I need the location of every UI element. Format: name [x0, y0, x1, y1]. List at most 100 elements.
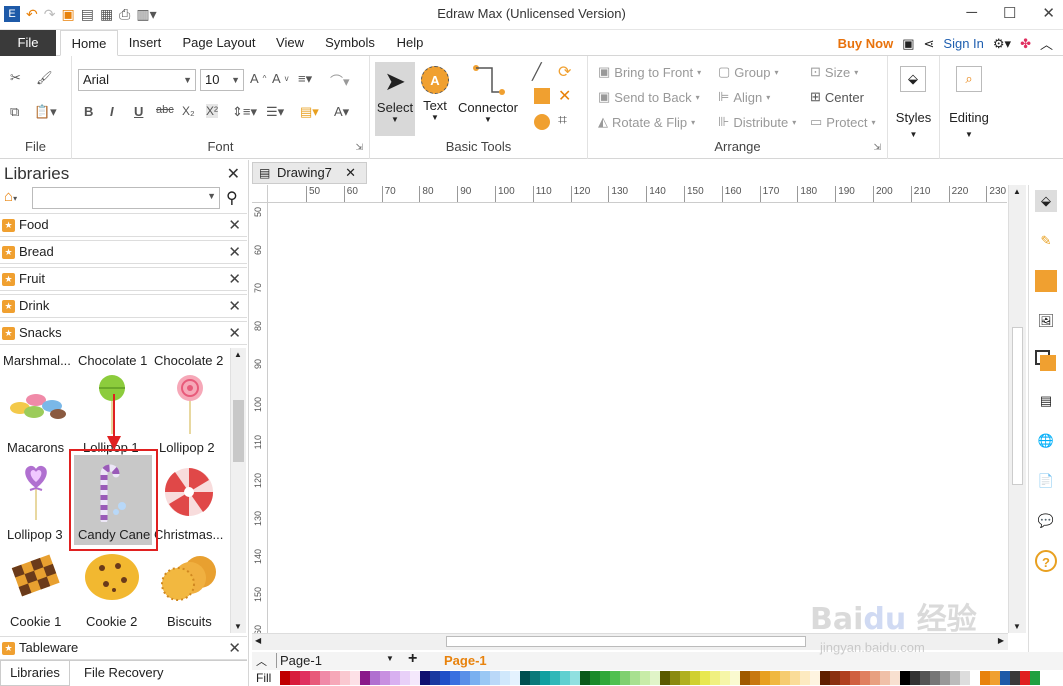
color-swatch[interactable]: [830, 671, 840, 685]
bold-icon[interactable]: B: [84, 104, 93, 119]
italic-icon[interactable]: I: [110, 104, 114, 119]
protect-button[interactable]: ▭ Protect ▾: [810, 114, 876, 130]
text-button[interactable]: A Text ▼: [415, 62, 455, 122]
color-swatch[interactable]: [1030, 671, 1040, 685]
color-swatch[interactable]: [450, 671, 460, 685]
editing-dropdown-icon[interactable]: ▼: [940, 130, 998, 139]
page-up-icon[interactable]: ︿: [256, 653, 267, 669]
font-name-select[interactable]: Arial ▼: [78, 69, 196, 91]
tab-file[interactable]: File: [0, 30, 56, 56]
theme-icon[interactable]: ✤: [1020, 36, 1031, 52]
tab-insert[interactable]: Insert: [122, 30, 168, 56]
tab-page-layout[interactable]: Page Layout: [180, 30, 258, 56]
home-icon[interactable]: ⌂▾: [4, 188, 17, 205]
color-swatch[interactable]: [690, 671, 700, 685]
search-icon[interactable]: ⚲: [226, 188, 238, 208]
color-swatch[interactable]: [280, 671, 290, 685]
grow-font-icon[interactable]: A ^: [250, 71, 266, 86]
color-swatch[interactable]: [530, 671, 540, 685]
category-snacks[interactable]: ★ Snacks ✕: [0, 321, 247, 345]
maximize-icon[interactable]: ☐: [1003, 4, 1016, 22]
paste-icon[interactable]: 📋▾: [34, 104, 57, 120]
color-swatch[interactable]: [870, 671, 880, 685]
color-swatch[interactable]: [640, 671, 650, 685]
shape-label[interactable]: Cookie 1: [10, 614, 61, 629]
attachment-panel-icon[interactable]: 📄: [1035, 470, 1057, 492]
color-swatch[interactable]: [550, 671, 560, 685]
color-swatch[interactable]: [790, 671, 800, 685]
color-swatch[interactable]: [990, 671, 1000, 685]
color-swatch[interactable]: [520, 671, 530, 685]
color-swatch[interactable]: [480, 671, 490, 685]
color-swatch[interactable]: [440, 671, 450, 685]
color-swatch[interactable]: [620, 671, 630, 685]
color-swatch[interactable]: [740, 671, 750, 685]
color-swatch[interactable]: [780, 671, 790, 685]
color-swatch[interactable]: [630, 671, 640, 685]
shape-label[interactable]: Biscuits: [167, 614, 212, 629]
scroll-thumb[interactable]: [1012, 327, 1023, 485]
color-swatch[interactable]: [510, 671, 520, 685]
tab-symbols[interactable]: Symbols: [322, 30, 378, 56]
color-swatch[interactable]: [610, 671, 620, 685]
arrange-dialog-launcher-icon[interactable]: ⇲: [873, 142, 881, 153]
scroll-up-icon[interactable]: ▲: [1013, 187, 1021, 196]
shape-label[interactable]: Lollipop 3: [7, 527, 63, 542]
shape-panel-icon[interactable]: [1035, 270, 1057, 292]
color-swatch[interactable]: [920, 671, 930, 685]
copy-icon[interactable]: ⧉: [10, 104, 19, 120]
color-swatch[interactable]: [760, 671, 770, 685]
minimize-icon[interactable]: ─: [966, 4, 977, 22]
tab-help[interactable]: Help: [392, 30, 428, 56]
scroll-thumb[interactable]: [446, 636, 806, 647]
color-swatch[interactable]: [290, 671, 300, 685]
scroll-down-icon[interactable]: ▼: [1013, 622, 1021, 631]
category-food[interactable]: ★ Food ✕: [0, 213, 247, 237]
color-swatch[interactable]: [320, 671, 330, 685]
color-swatch[interactable]: [970, 671, 980, 685]
hyperlink-panel-icon[interactable]: 🌐: [1035, 430, 1057, 452]
tab-view[interactable]: View: [272, 30, 308, 56]
color-swatch[interactable]: [720, 671, 730, 685]
gear-icon[interactable]: ⚙▾: [993, 36, 1011, 52]
color-swatch[interactable]: [660, 671, 670, 685]
drawing-canvas[interactable]: [268, 203, 1007, 633]
color-swatch[interactable]: [590, 671, 600, 685]
biscuits-shape[interactable]: [160, 554, 216, 605]
library-search-input[interactable]: ▼: [32, 187, 220, 209]
font-dialog-launcher-icon[interactable]: ⇲: [355, 142, 363, 153]
page-panel-icon[interactable]: ▤: [1035, 390, 1057, 412]
cookie-1-shape[interactable]: [8, 550, 66, 605]
find-icon[interactable]: ⌕: [956, 66, 982, 92]
editing-label[interactable]: Editing: [940, 110, 998, 125]
color-swatch[interactable]: [810, 671, 820, 685]
color-swatch[interactable]: [710, 671, 720, 685]
color-swatch[interactable]: [390, 671, 400, 685]
color-swatch[interactable]: [380, 671, 390, 685]
color-swatch[interactable]: [400, 671, 410, 685]
page-tab-active[interactable]: Page-1: [444, 653, 487, 668]
color-swatch[interactable]: [600, 671, 610, 685]
tab-file-recovery[interactable]: File Recovery: [84, 665, 163, 680]
connector-button[interactable]: Connector ▼: [455, 62, 521, 124]
tab-home[interactable]: Home: [60, 30, 118, 56]
close-category-icon[interactable]: ✕: [228, 297, 241, 315]
bring-to-front-button[interactable]: ▣ Bring to Front ▾: [598, 64, 701, 80]
font-color-icon[interactable]: A▾: [334, 104, 349, 120]
rotate-flip-button[interactable]: ◭ Rotate & Flip ▾: [598, 114, 695, 130]
close-icon[interactable]: ✕: [1042, 4, 1055, 22]
line-panel-icon[interactable]: ✎: [1035, 230, 1057, 252]
send-to-back-button[interactable]: ▣ Send to Back ▾: [598, 89, 700, 105]
color-swatch[interactable]: [730, 671, 740, 685]
size-button[interactable]: ⊡ Size ▾: [810, 64, 858, 80]
shape-label[interactable]: Chocolate 1: [78, 353, 147, 368]
color-swatch[interactable]: [540, 671, 550, 685]
scroll-down-icon[interactable]: ▼: [234, 622, 242, 631]
image-panel-icon[interactable]: 🖼: [1035, 310, 1057, 332]
distribute-button[interactable]: ⊪ Distribute ▾: [718, 114, 796, 130]
color-swatch[interactable]: [1020, 671, 1030, 685]
scroll-left-icon[interactable]: ◀: [255, 636, 261, 645]
ellipse-tool-icon[interactable]: [534, 114, 550, 130]
lollipop-2-shape[interactable]: [174, 374, 206, 437]
styles-dropdown-icon[interactable]: ▼: [888, 130, 939, 139]
